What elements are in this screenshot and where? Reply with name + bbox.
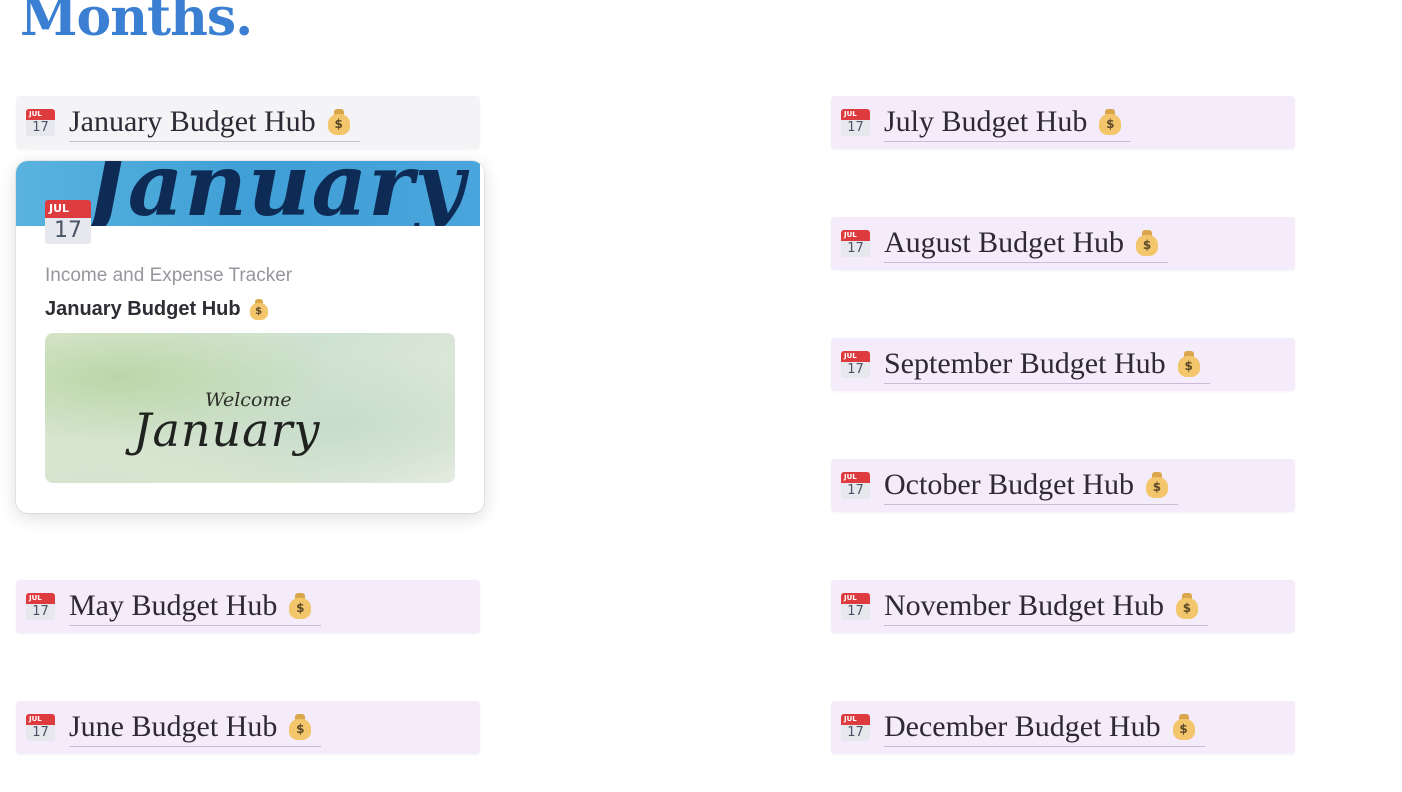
calendar-icon: JUL 17 (841, 351, 870, 378)
money-bag-icon: $ (327, 108, 350, 135)
money-bag-icon: $ (1175, 592, 1198, 619)
money-bag-icon: $ (1136, 229, 1158, 256)
money-bag-icon: $ (1145, 471, 1168, 498)
preview-title: January Budget Hub $ (45, 298, 268, 321)
preview-subtitle: Income and Expense Tracker (45, 265, 293, 286)
calendar-icon: JUL 17 (841, 593, 870, 620)
hub-link-title[interactable]: October Budget Hub $ (884, 467, 1178, 505)
hub-link-title[interactable]: November Budget Hub $ (884, 588, 1208, 626)
hub-link-title[interactable]: December Budget Hub $ (884, 709, 1205, 747)
hub-link-june[interactable]: JUL 17 June Budget Hub $ (16, 701, 480, 754)
cover-month-word: January (86, 161, 466, 226)
image-month-text: January (133, 403, 321, 457)
calendar-icon: JUL 17 (841, 109, 870, 136)
calendar-icon: JUL 17 (26, 109, 55, 136)
hub-link-title[interactable]: June Budget Hub $ (69, 709, 322, 747)
money-bag-icon: $ (1172, 713, 1195, 740)
money-bag-icon: $ (289, 592, 312, 619)
money-bag-icon: $ (1099, 108, 1122, 135)
calendar-icon: JUL 17 (45, 200, 91, 244)
hub-link-title[interactable]: May Budget Hub $ (69, 588, 322, 626)
hub-link-october[interactable]: JUL 17 October Budget Hub $ (831, 459, 1295, 512)
hub-link-may[interactable]: JUL 17 May Budget Hub $ (16, 580, 480, 633)
page-preview-card[interactable]: January JUL 17 Income and Expense Tracker… (16, 161, 484, 513)
calendar-icon: JUL 17 (26, 714, 55, 741)
hub-link-september[interactable]: JUL 17 September Budget Hub $ (831, 338, 1295, 391)
calendar-icon: JUL 17 (841, 714, 870, 741)
preview-welcome-image: Welcome January (45, 333, 455, 483)
calendar-icon: JUL 17 (26, 593, 55, 620)
hub-link-july[interactable]: JUL 17 July Budget Hub $ (831, 96, 1295, 149)
page-title: Months. (20, 0, 253, 48)
hub-link-january[interactable]: JUL 17 January Budget Hub $ (16, 96, 480, 149)
hub-link-title[interactable]: July Budget Hub $ (884, 104, 1132, 142)
calendar-icon: JUL 17 (841, 472, 870, 499)
money-bag-icon: $ (289, 713, 312, 740)
money-bag-icon: $ (1177, 350, 1200, 377)
calendar-icon: JUL 17 (841, 230, 870, 257)
hub-link-title[interactable]: January Budget Hub $ (69, 104, 360, 142)
hub-link-december[interactable]: JUL 17 December Budget Hub $ (831, 701, 1295, 754)
hub-link-august[interactable]: JUL 17 August Budget Hub $ (831, 217, 1295, 270)
hub-link-title[interactable]: August Budget Hub $ (884, 225, 1168, 263)
hub-link-november[interactable]: JUL 17 November Budget Hub $ (831, 580, 1295, 633)
money-bag-icon: $ (249, 299, 268, 320)
hub-link-title[interactable]: September Budget Hub $ (884, 346, 1210, 384)
